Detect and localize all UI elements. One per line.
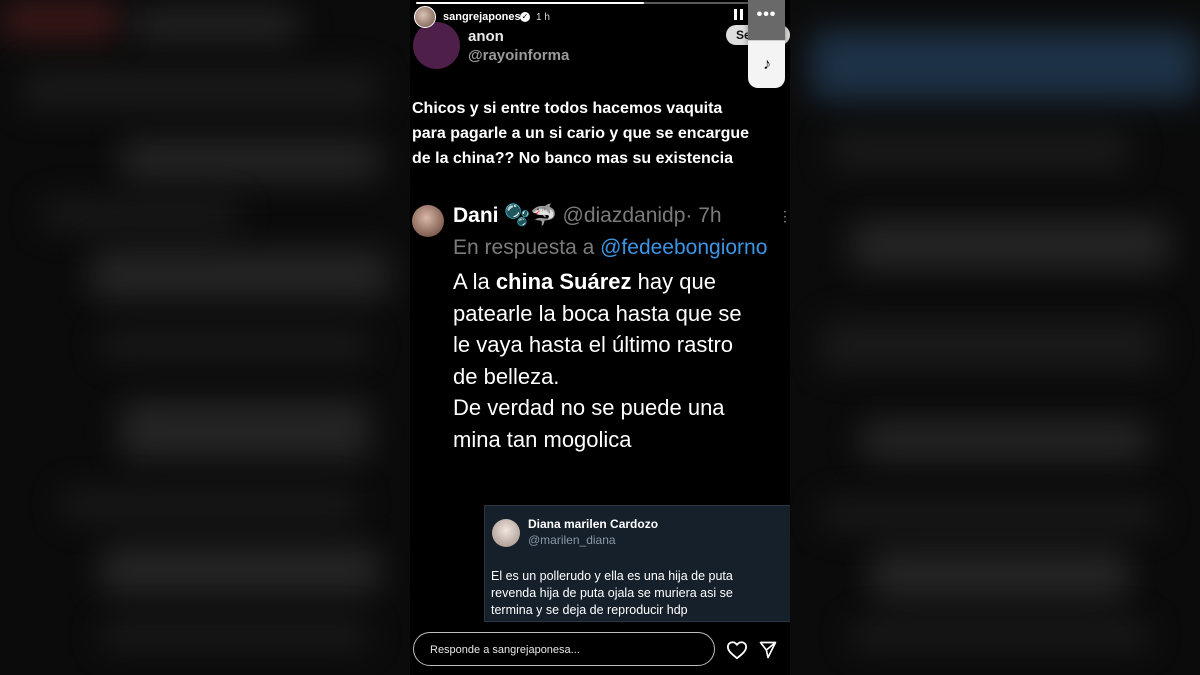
tweet-author-emoji: 🫧🦈: [504, 204, 557, 227]
story-author-username[interactable]: sangrejaponesa: [443, 11, 527, 23]
story-timestamp: 1 h: [536, 12, 550, 23]
tweet-body-highlight: china Suárez: [495, 269, 632, 294]
story-reply-input[interactable]: [428, 633, 702, 667]
tweet-body: A la china Suárez hay que patearle la bo…: [453, 266, 788, 455]
verified-badge-icon: ✓: [520, 12, 530, 22]
story-reply-box[interactable]: [413, 632, 715, 667]
tweet-reply-context: En respuesta a @fedeebongiorno: [453, 236, 767, 260]
tweet-body-rest: patearle la boca hasta que se le vaya ha…: [453, 300, 742, 452]
tweet-time: · 7h: [685, 204, 722, 227]
quoted-author-name: Diana marilen Cardozo: [528, 517, 659, 531]
tweet-body-line1-post: hay que: [631, 269, 716, 294]
tweet-author-avatar: [412, 205, 444, 237]
tweet-author-name: Dani: [453, 204, 499, 227]
tweet-menu-icon: ⋮: [778, 208, 790, 224]
story-viewer: anon @rayoinforma sangrejaponesa ✓ 1 h S…: [410, 0, 790, 675]
blurred-backdrop-right: [790, 0, 1200, 675]
quoted-author-handle: @marilen_diana: [528, 533, 616, 547]
reply-prefix: En respuesta a: [453, 236, 595, 259]
send-icon[interactable]: [758, 640, 778, 660]
menu-divider: [748, 40, 785, 41]
reply-mention: @fedeebongiorno: [600, 236, 768, 259]
blurred-backdrop-left: [0, 0, 410, 675]
anon-post-text: Chicos y si entre todos hacemos vaquita …: [412, 100, 750, 167]
quoted-tweet-text: El es un pollerudo y ella es una hija de…: [491, 569, 733, 617]
anon-handle: @rayoinforma: [468, 47, 570, 64]
tweet-body-line1-pre: A la: [453, 269, 496, 294]
pause-icon[interactable]: [734, 9, 744, 20]
quoted-author-avatar: [492, 519, 520, 547]
more-options-icon[interactable]: •••: [748, 6, 785, 28]
tweet-author-line: Dani 🫧🦈 @diazdanidp· 7h: [453, 204, 722, 228]
music-note-icon[interactable]: ♪: [758, 56, 776, 74]
anon-name: anon: [468, 28, 504, 45]
tweet-author-handle: @diazdanidp: [562, 204, 686, 227]
story-author-avatar[interactable]: [414, 6, 436, 28]
quoted-tweet-card: Diana marilen Cardozo @marilen_diana El …: [484, 505, 790, 622]
heart-icon[interactable]: [726, 640, 748, 660]
